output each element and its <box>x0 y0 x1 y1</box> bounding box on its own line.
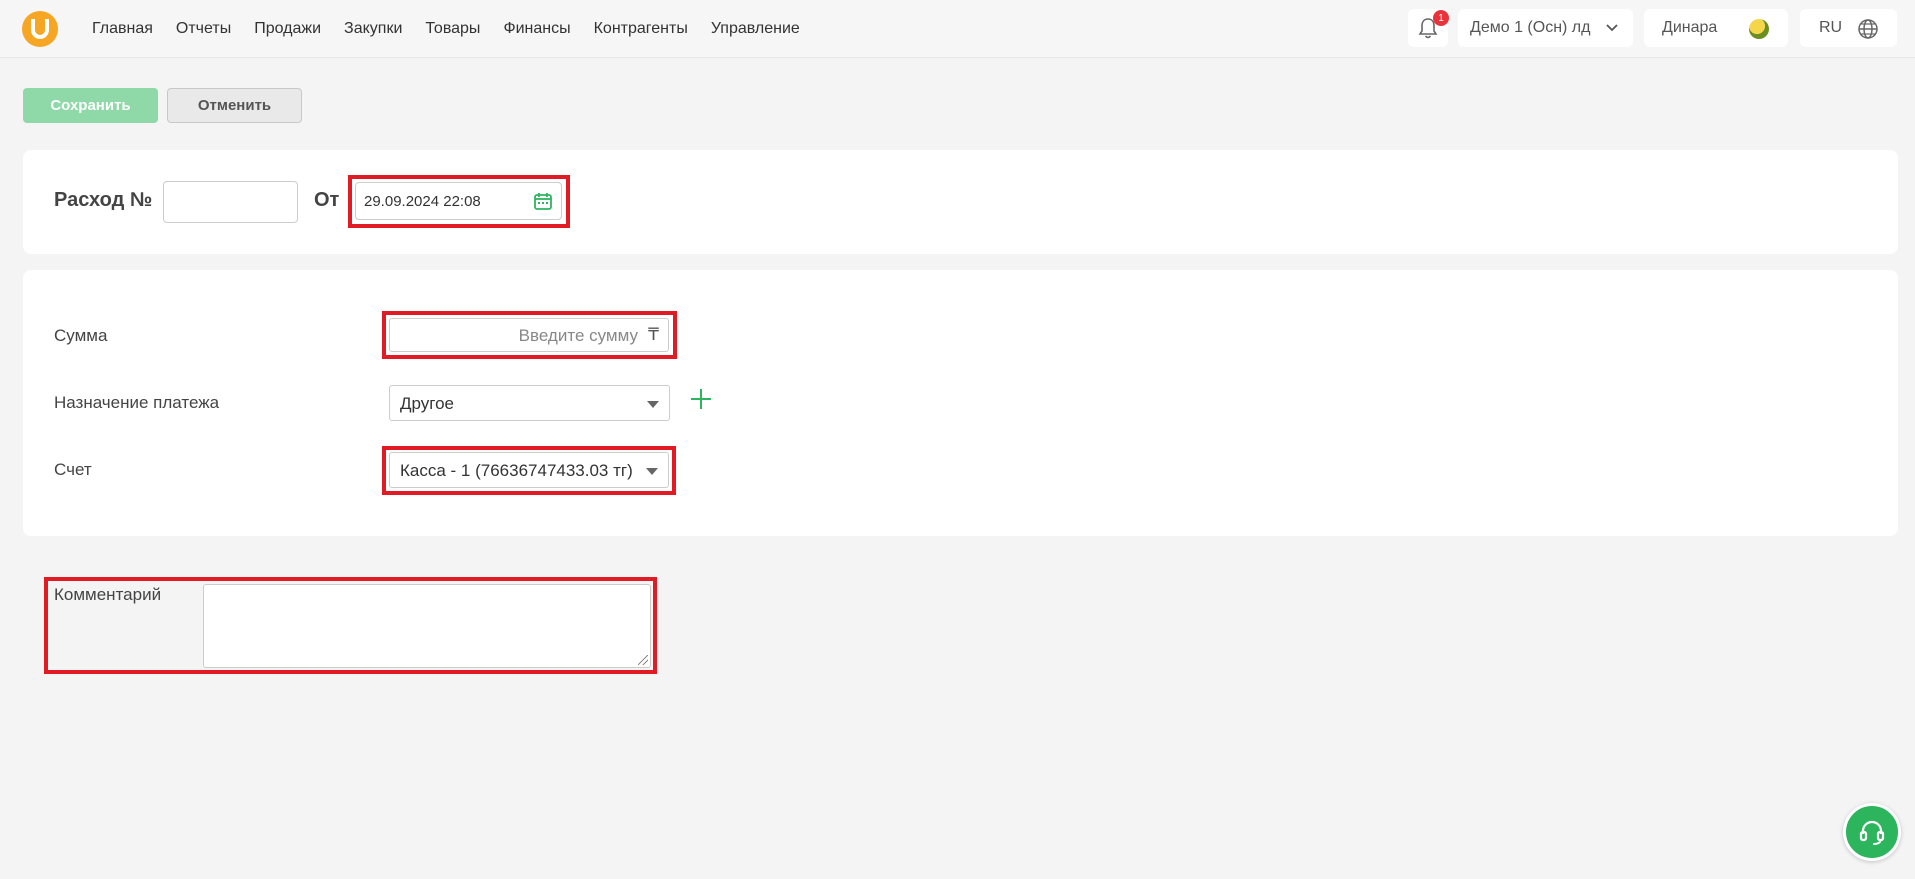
tenge-icon: ₸ <box>648 325 659 344</box>
language-code: RU <box>1819 19 1843 36</box>
dropdown-caret-icon <box>647 401 659 408</box>
nav-item-reports[interactable]: Отчеты <box>176 20 231 38</box>
document-title-label: Расход № <box>54 189 153 211</box>
notifications-button[interactable]: 1 <box>1408 9 1449 47</box>
nav-item-home[interactable]: Главная <box>92 20 153 38</box>
chevron-down-icon <box>1606 24 1618 32</box>
nav-item-purchases[interactable]: Закупки <box>344 20 402 38</box>
resize-handle-icon[interactable] <box>638 655 648 665</box>
account-select[interactable]: Касса - 1 (76636747433.03 тг) <box>389 452 669 488</box>
app-logo[interactable] <box>22 11 58 47</box>
comment-textarea[interactable] <box>203 584 651 668</box>
nav-item-finance[interactable]: Финансы <box>503 20 570 38</box>
account-value: Касса - 1 (76636747433.03 тг) <box>400 461 633 480</box>
company-selector[interactable]: Демо 1 (Осн) лд <box>1458 9 1633 47</box>
avatar <box>1749 19 1769 39</box>
support-chat-button[interactable] <box>1843 803 1901 861</box>
comment-label: Комментарий <box>54 585 162 604</box>
sum-placeholder: Введите сумму <box>518 326 638 345</box>
nav-item-management[interactable]: Управление <box>711 20 800 38</box>
language-selector[interactable]: RU <box>1800 9 1897 47</box>
sum-input[interactable]: Введите сумму ₸ <box>389 318 669 352</box>
user-menu[interactable]: Динара <box>1644 9 1788 47</box>
nav-item-counterparties[interactable]: Контрагенты <box>594 20 688 38</box>
save-button[interactable]: Сохранить <box>23 88 158 123</box>
notification-badge: 1 <box>1433 10 1449 26</box>
date-from-label: От <box>314 189 340 211</box>
document-number-input[interactable] <box>163 181 298 223</box>
main-nav: Главная Отчеты Продажи Закупки Товары Фи… <box>92 0 800 58</box>
date-value: 29.09.2024 22:08 <box>364 193 481 210</box>
cancel-button[interactable]: Отменить <box>167 88 302 123</box>
payment-purpose-value: Другое <box>400 394 455 413</box>
headset-icon <box>1859 820 1885 845</box>
payment-details-card <box>23 270 1898 536</box>
company-name: Демо 1 (Осн) лд <box>1470 19 1591 36</box>
account-label: Счет <box>54 460 92 479</box>
calendar-icon[interactable] <box>533 191 553 211</box>
sum-label: Сумма <box>54 326 108 345</box>
payment-purpose-label: Назначение платежа <box>54 393 220 412</box>
payment-purpose-select[interactable]: Другое <box>389 385 670 421</box>
document-header-card <box>23 150 1898 254</box>
add-purpose-plus-icon[interactable] <box>690 388 712 410</box>
globe-icon <box>1858 19 1878 39</box>
user-name: Динара <box>1662 19 1718 36</box>
top-navbar: Главная Отчеты Продажи Закупки Товары Фи… <box>0 0 1915 58</box>
nav-item-sales[interactable]: Продажи <box>254 20 321 38</box>
date-input[interactable]: 29.09.2024 22:08 <box>355 182 562 220</box>
dropdown-caret-icon <box>646 468 658 475</box>
nav-item-products[interactable]: Товары <box>425 20 480 38</box>
